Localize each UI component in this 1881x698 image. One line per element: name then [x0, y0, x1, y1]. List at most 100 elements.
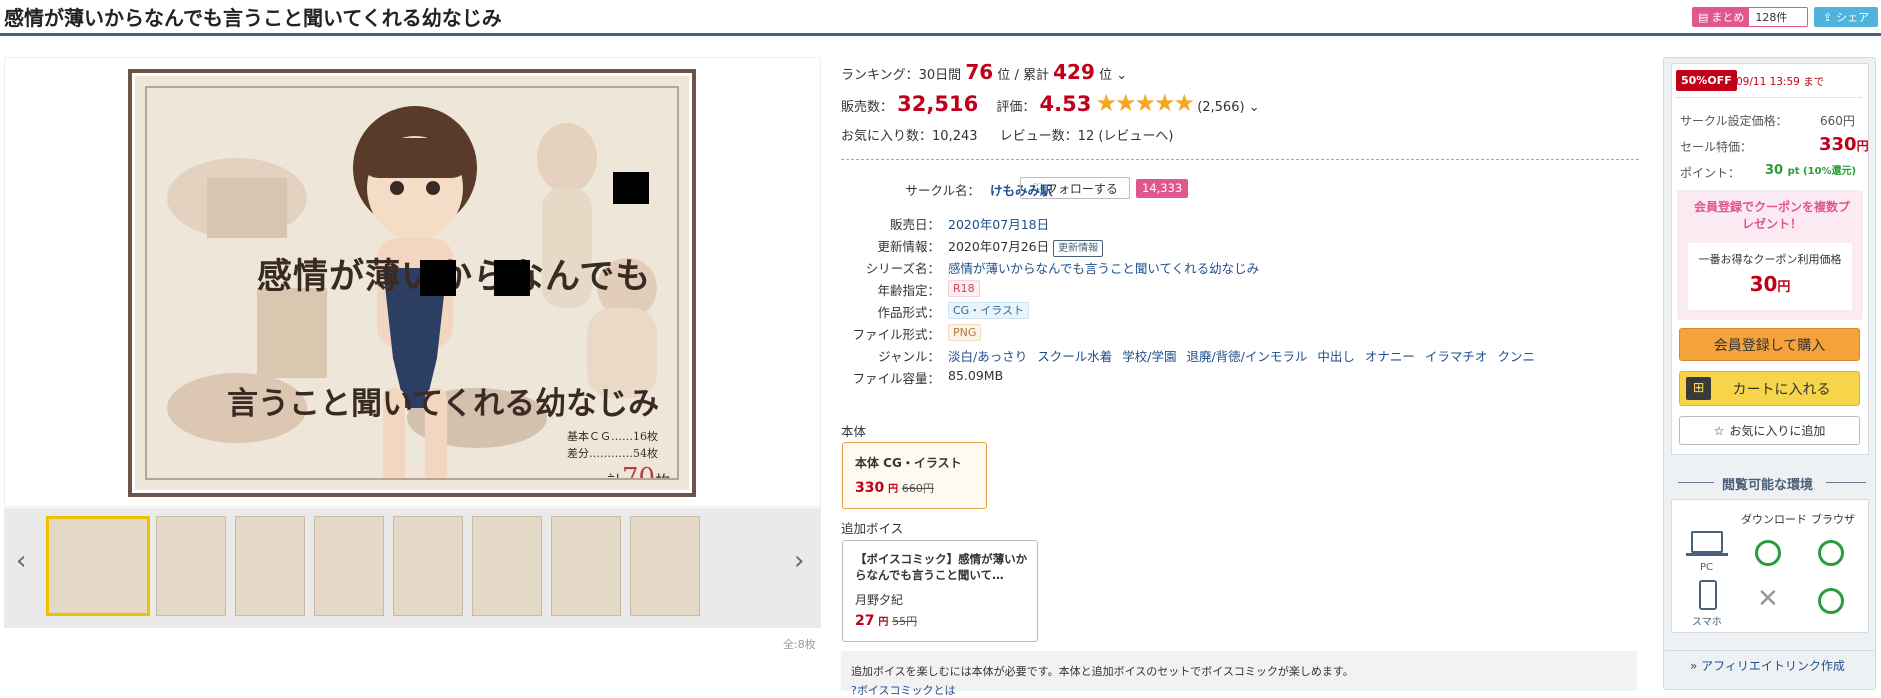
matome-button[interactable]: ▤ まとめ 128件	[1692, 7, 1808, 27]
off-badge: 50%OFF	[1676, 70, 1737, 91]
voice-edition-card[interactable]: 【ボイスコミック】感情が薄いからなんでも言うこと聞いて… 月野夕紀 27 円 5…	[842, 540, 1038, 642]
ranking-label: ランキング：	[841, 68, 919, 83]
env-pc-label: PC	[1700, 562, 1714, 573]
voice-price: 27	[855, 613, 875, 629]
yen-unit: 円	[888, 484, 899, 495]
divider	[1826, 482, 1866, 483]
thumbnail[interactable]	[551, 516, 621, 616]
cart-icon: ⊞	[1686, 377, 1711, 400]
cart-label: カートに入れる	[1732, 381, 1831, 398]
pc-icon-base	[1686, 553, 1728, 556]
main-edition-card[interactable]: 本体 CG・イラスト 330 円 660円	[842, 442, 987, 509]
review-link[interactable]: (レビューへ)	[1098, 129, 1173, 144]
update-date: 2020年07月26日	[948, 239, 1050, 254]
yen-unit: 円	[922, 482, 934, 495]
available-icon	[1818, 540, 1844, 566]
genre-label: ジャンル：	[878, 349, 940, 364]
divider	[1665, 650, 1874, 651]
age-tag[interactable]: R18	[948, 280, 980, 297]
coupon-price-unit: 円	[1777, 280, 1791, 295]
add-favorite-button[interactable]: ☆ お気に入りに追加	[1679, 416, 1860, 445]
ranking-line: ランキング：30日間 76 位 / 累計 429 位 ⌄	[841, 60, 1127, 84]
divider	[841, 159, 1639, 160]
file-tag[interactable]: PNG	[948, 324, 982, 341]
coupon-best-label: 一番お得なクーポン利用価格	[1698, 253, 1842, 266]
update-value: 2020年07月26日 更新情報	[948, 236, 1104, 257]
thumbnail[interactable]	[630, 516, 700, 616]
genre-link[interactable]: 中出し	[1317, 349, 1355, 364]
voice-comic-link-label: ボイスコミックとは	[856, 684, 956, 697]
release-date-link[interactable]: 2020年07月18日	[948, 214, 1049, 233]
format-tag[interactable]: CG・イラスト	[948, 302, 1029, 319]
ranking-30-label: 30日間	[918, 68, 962, 83]
rating-value: 4.53	[1039, 92, 1092, 116]
main-edition-title: 本体 CG・イラスト	[855, 456, 962, 470]
genre-link[interactable]: スクール水着	[1037, 349, 1112, 364]
rating-count[interactable]: (2,566)	[1197, 100, 1244, 115]
thumbnail[interactable]	[314, 516, 384, 616]
rank-30-value: 76	[965, 60, 994, 84]
image-count: 全:8枚	[783, 638, 816, 651]
thumbnail[interactable]	[46, 516, 150, 616]
total-prefix: 計	[607, 472, 622, 478]
main-price: 330	[855, 480, 885, 496]
share-button[interactable]: ⇪ シェア	[1814, 7, 1878, 27]
add-to-cart-button[interactable]: ⊞ カートに入れる	[1679, 371, 1860, 406]
genre-link[interactable]: クンニ	[1497, 349, 1535, 364]
pc-icon	[1691, 531, 1723, 553]
cover-total: 計70枚	[607, 463, 670, 478]
main-edition-price: 330 円 660円	[855, 480, 934, 496]
register-purchase-button[interactable]: 会員登録して購入	[1679, 328, 1860, 361]
genre-link[interactable]: 淡白/あっさり	[948, 349, 1027, 364]
list-price-value: 660円	[1820, 114, 1855, 128]
double-chevron-right-icon: »	[1690, 659, 1698, 673]
chevron-left-icon[interactable]: ‹	[16, 546, 26, 576]
list-price-label: サークル設定価格：	[1680, 114, 1788, 128]
voice-comic-link[interactable]: ?ボイスコミックとは	[851, 682, 1627, 698]
rating-label: 評価：	[996, 100, 1036, 115]
rank-unit: 位	[997, 68, 1011, 83]
env-download-label: ダウンロード	[1741, 513, 1807, 526]
series-label: シリーズ名：	[865, 261, 940, 276]
sale-price-label: セール特価：	[1680, 140, 1753, 154]
cover-cg-count: 基本ＣＧ……16枚 差分…………54枚	[567, 428, 658, 462]
age-label: 年齢指定：	[877, 283, 940, 298]
cover-image[interactable]: 感情が薄いからなんでも 言うこと聞いてくれる幼なじみ 基本ＣＧ……16枚差分………	[128, 69, 696, 497]
total-suffix: 枚	[655, 472, 670, 478]
share-label: シェア	[1836, 11, 1870, 24]
coupon-price-number: 30	[1749, 272, 1778, 296]
voice-edition-price: 27 円 55円	[855, 613, 917, 629]
thumbnail[interactable]	[235, 516, 305, 616]
release-label: 販売日：	[889, 217, 940, 232]
thumbnail[interactable]	[156, 516, 226, 616]
thumbnail-strip: ‹ ›	[4, 508, 821, 628]
sale-price: 330	[1819, 134, 1857, 155]
genre-link[interactable]: イラマチオ	[1425, 349, 1488, 364]
ranking-total-label: 累計	[1022, 68, 1049, 83]
censor-box	[420, 260, 456, 296]
series-link[interactable]: 感情が薄いからなんでも言うこと聞いてくれる幼なじみ	[948, 258, 1259, 277]
voice-old-price: 55	[892, 615, 907, 628]
env-heading: 閲覧可能な環境	[1722, 478, 1814, 493]
bookmark-icon: ▤	[1698, 10, 1709, 24]
follow-count: 14,333	[1136, 179, 1189, 198]
coupon-text: 会員登録でクーポンを複数プレゼント！	[1693, 200, 1850, 231]
genre-link[interactable]: 学校/学園	[1122, 349, 1176, 364]
chevron-down-icon[interactable]: ⌄	[1249, 100, 1260, 115]
circle-row: サークル名： けもみみ駅 ♡ フォローする 14,333	[880, 177, 1280, 202]
rating-stars: ★★★★★	[1095, 89, 1195, 117]
share-icon: ⇪	[1822, 10, 1833, 24]
genre-link[interactable]: オナニー	[1365, 349, 1415, 364]
update-info-tag[interactable]: 更新情報	[1053, 240, 1104, 257]
affiliate-link[interactable]: » アフィリエイトリンク作成	[1690, 657, 1845, 674]
follow-label: フォローする	[1045, 181, 1118, 196]
genre-link[interactable]: 退廃/背徳/インモラル	[1186, 349, 1307, 364]
chevron-down-icon[interactable]: ⌄	[1116, 68, 1127, 83]
thumbnail[interactable]	[393, 516, 463, 616]
chevron-right-icon[interactable]: ›	[794, 546, 804, 576]
censor-box	[494, 260, 530, 296]
follow-button[interactable]: ♡ フォローする	[1020, 177, 1130, 199]
available-icon	[1818, 588, 1844, 614]
thumbnail[interactable]	[472, 516, 542, 616]
format-label: 作品形式：	[877, 305, 940, 320]
